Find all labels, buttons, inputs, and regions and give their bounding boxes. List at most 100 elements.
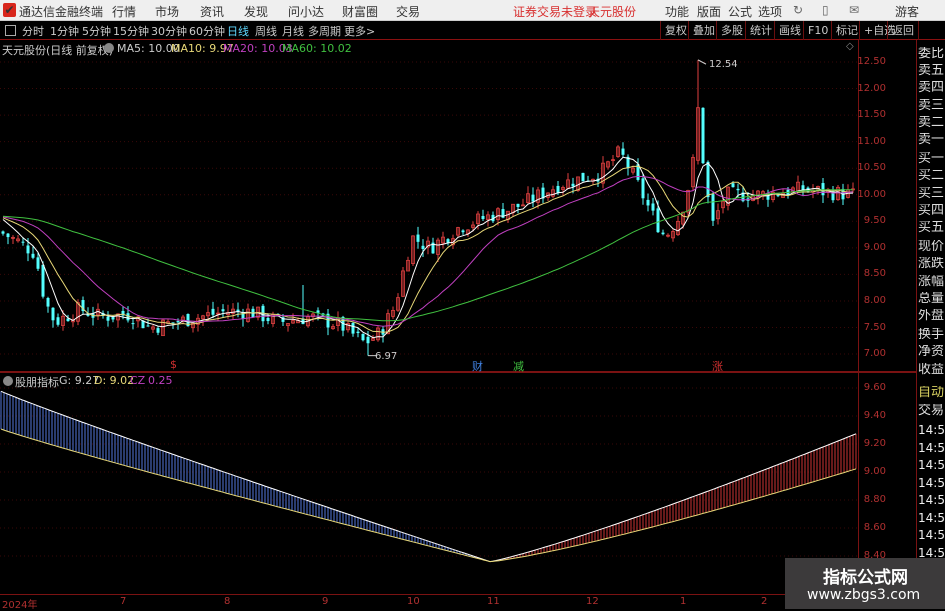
price-tick: 9.50: [863, 215, 886, 227]
candle-body: [356, 331, 360, 334]
candle-body: [556, 185, 560, 194]
candle-body: [51, 307, 55, 321]
quote-label: 买二: [918, 169, 945, 183]
date-label: 1: [680, 596, 687, 607]
candle-body: [731, 183, 735, 188]
menu-ask[interactable]: 问小达: [288, 3, 324, 20]
candle-body: [701, 107, 705, 164]
menu-formula[interactable]: 公式: [728, 3, 752, 20]
quote-label: 买一: [918, 152, 945, 166]
price-tick: 10.00: [857, 188, 886, 200]
g-line: [0, 390, 857, 563]
period-30min[interactable]: 30分钟: [151, 23, 187, 39]
date-label: 2: [761, 596, 768, 607]
trade-time: 14:56: [918, 441, 945, 455]
menu-trade[interactable]: 交易: [396, 3, 420, 20]
indicator-tick: 9.00: [863, 466, 886, 477]
price-tick: 12.00: [857, 82, 886, 94]
user-guest[interactable]: 游客: [895, 3, 919, 20]
period-daily[interactable]: 日线: [227, 23, 249, 39]
event-marker-reduce[interactable]: 减: [513, 358, 524, 374]
price-tick: 12.50: [857, 56, 886, 67]
phone-icon[interactable]: ▯: [822, 3, 829, 17]
candle-body: [266, 317, 270, 322]
menu-news[interactable]: 资讯: [200, 3, 224, 20]
quote-label: 总量: [918, 291, 945, 306]
quote-label: 买三: [918, 186, 945, 200]
refresh-icon[interactable]: ↻: [793, 3, 803, 17]
date-label: 7: [120, 596, 127, 607]
draw-button[interactable]: 画线: [774, 21, 805, 40]
price-tick: 7.50: [863, 321, 886, 333]
period-60min[interactable]: 60分钟: [189, 23, 225, 39]
date-label: 10: [407, 596, 420, 607]
candle-body: [736, 188, 740, 191]
login-status[interactable]: 证券交易未登录: [513, 3, 597, 20]
period-15min[interactable]: 15分钟: [113, 23, 149, 39]
candle-body: [821, 183, 825, 196]
overlay-button[interactable]: 叠加: [688, 21, 719, 40]
indicator-name[interactable]: 股朋指标: [15, 374, 59, 390]
quote-label: 换手: [918, 328, 945, 342]
menu-bar: ✔ 通达信金融终端 行情 市场 资讯 发现 问小达 财富圈 交易 证券交易未登录…: [0, 0, 945, 21]
price-tick: 11.50: [857, 109, 886, 121]
period-1min[interactable]: 1分钟: [50, 23, 79, 39]
period-more[interactable]: 更多>: [344, 23, 375, 39]
back-button[interactable]: 返回: [887, 21, 919, 40]
trade-time: 14:56: [918, 529, 945, 542]
event-marker-rise[interactable]: 涨: [712, 358, 723, 374]
stock-name: 天元股份: [588, 5, 637, 19]
menu-market[interactable]: 市场: [155, 3, 179, 20]
menu-function[interactable]: 功能: [665, 3, 689, 20]
statistics-button[interactable]: 统计: [745, 21, 776, 40]
event-marker-finance[interactable]: 财: [472, 358, 483, 374]
mark-button[interactable]: 标记: [831, 21, 862, 40]
period-weekly[interactable]: 周线: [255, 23, 277, 39]
candle-body: [361, 333, 365, 341]
candle-body: [41, 264, 45, 297]
trade-time: 14:56: [918, 494, 945, 507]
candle-body: [106, 316, 110, 321]
candle-body: [46, 297, 50, 307]
period-multi[interactable]: 多周期: [308, 23, 341, 39]
candle-body: [351, 322, 355, 334]
chevron-down-icon[interactable]: [3, 376, 13, 386]
quote-label: 卖四: [918, 81, 945, 95]
right-panel-divider: [916, 40, 917, 609]
quote-label: 涨跌: [918, 257, 945, 271]
message-icon[interactable]: ✉: [849, 3, 859, 17]
candle-body: [776, 195, 780, 197]
period-monthly[interactable]: 月线: [282, 23, 304, 39]
app-logo-icon: ✔: [3, 3, 16, 17]
menu-wealth[interactable]: 财富圈: [342, 3, 378, 20]
candle-body: [211, 308, 215, 315]
kline-chart[interactable]: [0, 40, 858, 595]
trade-label: 交易: [918, 404, 945, 418]
indicator-d: D: 9.02: [94, 374, 135, 387]
period-toolbar: 分时 1分钟 5分钟 15分钟 30分钟 60分钟 日线 周线 月线 多周期 更…: [0, 21, 945, 40]
watermark-url: www.zbgs3.com: [807, 587, 921, 603]
candle-body: [461, 230, 465, 233]
price-tick: 8.00: [863, 294, 886, 306]
menu-options[interactable]: 选项: [758, 3, 782, 20]
multi-stock-button[interactable]: 多股: [716, 21, 747, 40]
sidebar-toggle-icon[interactable]: [5, 25, 16, 36]
date-label: 12: [586, 596, 599, 607]
quote-label: 卖五: [918, 64, 945, 78]
candle-body: [36, 257, 40, 269]
price-tick: 7.00: [863, 348, 886, 360]
menu-discover[interactable]: 发现: [244, 3, 268, 20]
adjust-button[interactable]: 复权: [660, 21, 691, 40]
trade-time: 14:56: [918, 459, 945, 472]
price-tick: 9.00: [863, 241, 886, 253]
candle-body: [26, 245, 30, 254]
menu-layout[interactable]: 版面: [697, 3, 721, 20]
f10-button[interactable]: F10: [803, 21, 832, 40]
period-intraday[interactable]: 分时: [22, 23, 44, 39]
period-5min[interactable]: 5分钟: [82, 23, 111, 39]
event-marker-dividend[interactable]: $: [170, 358, 177, 371]
menu-market-quotes[interactable]: 行情: [112, 3, 136, 20]
quote-label: 买五: [918, 221, 945, 235]
candle-body: [126, 313, 130, 321]
candle-body: [221, 309, 225, 312]
